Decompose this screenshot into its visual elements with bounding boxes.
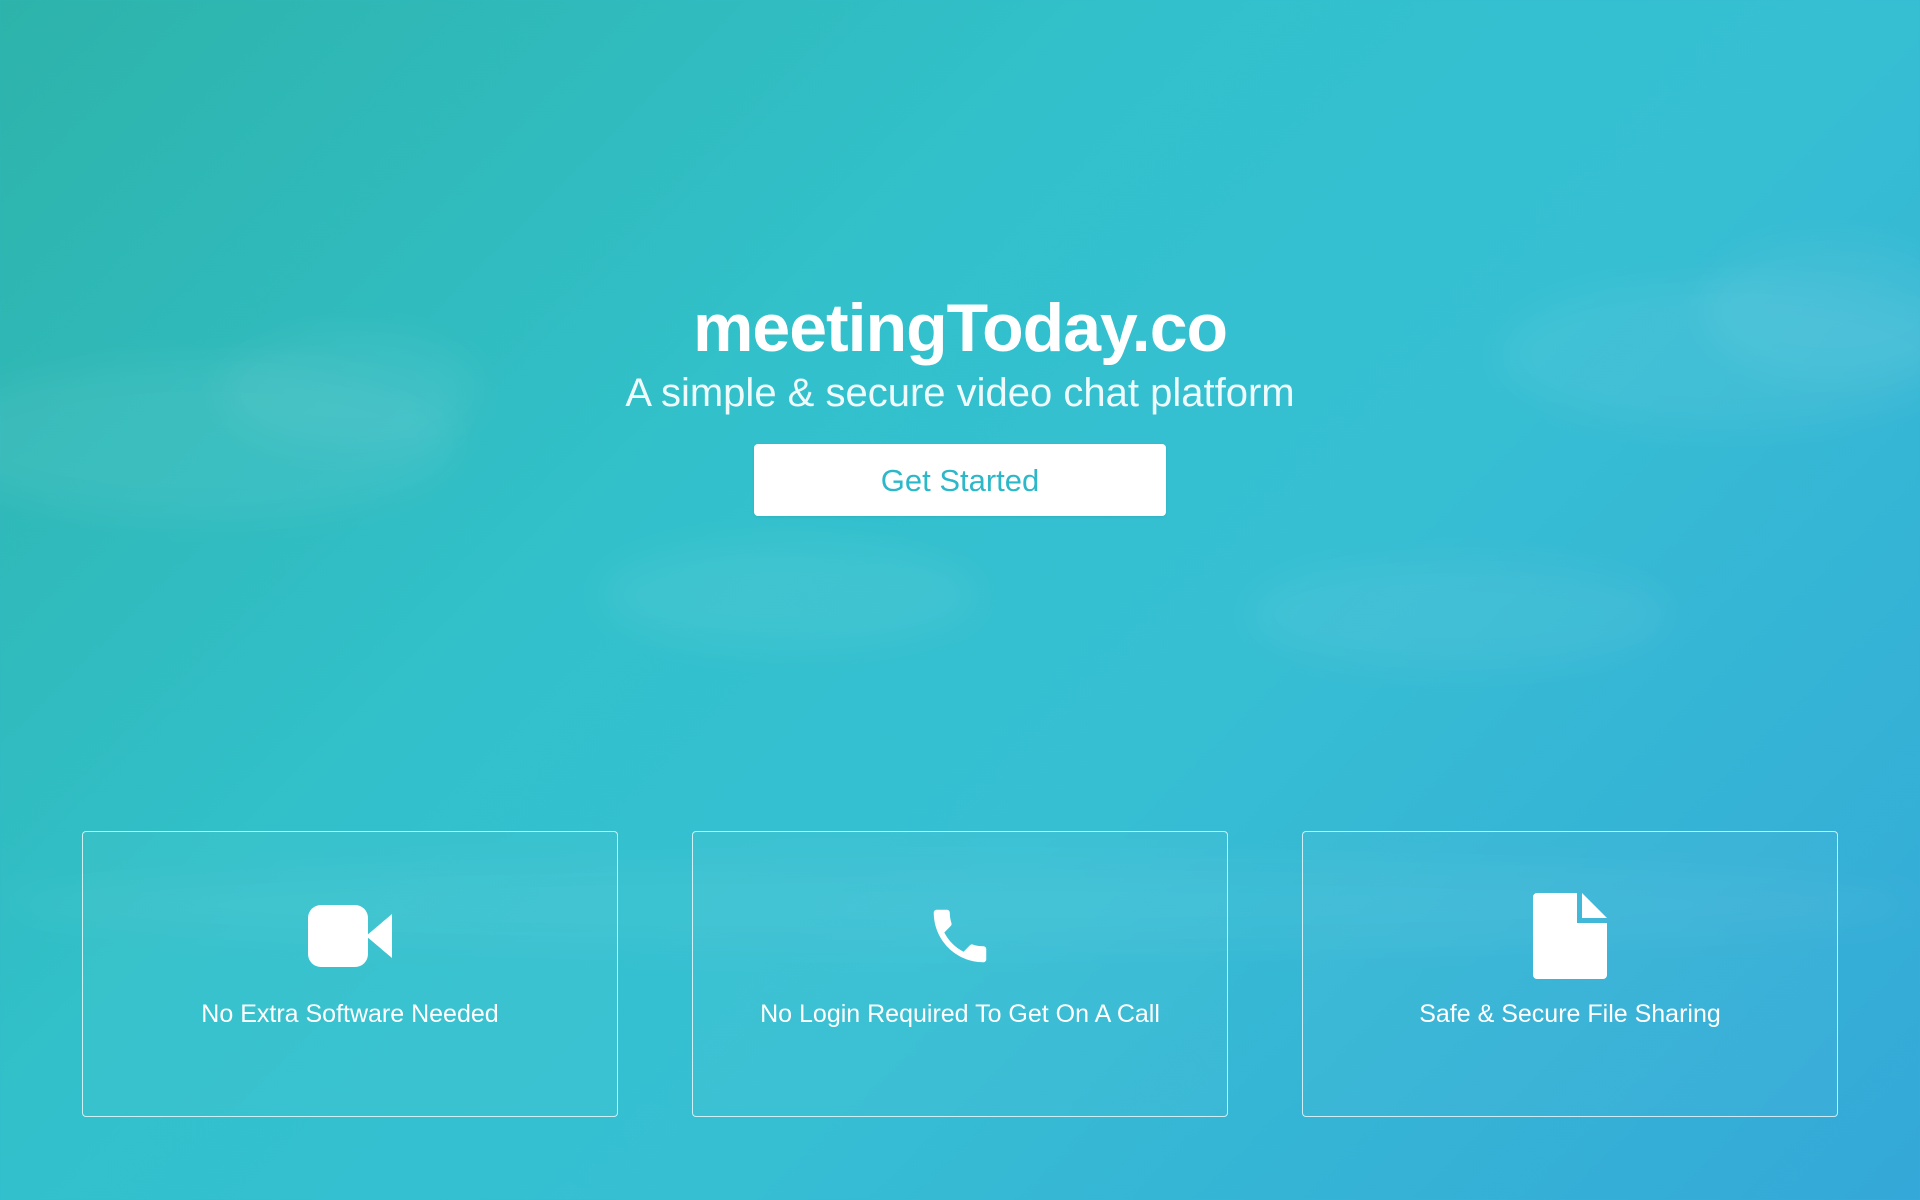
phone-icon [925, 892, 995, 980]
feature-list: No Extra Software Needed No Login Requir… [82, 831, 1838, 1117]
document-icon [1533, 892, 1607, 980]
site-tagline: A simple & secure video chat platform [625, 371, 1295, 415]
feature-label: No Login Required To Get On A Call [760, 1000, 1160, 1028]
video-camera-icon [308, 892, 392, 980]
feature-card-file-sharing: Safe & Secure File Sharing [1302, 831, 1838, 1117]
feature-card-no-login: No Login Required To Get On A Call [692, 831, 1228, 1117]
site-title: meetingToday.co [692, 290, 1228, 366]
get-started-button[interactable]: Get Started [754, 444, 1166, 516]
feature-label: Safe & Secure File Sharing [1419, 1000, 1721, 1028]
feature-card-no-software: No Extra Software Needed [82, 831, 618, 1117]
hero-section: meetingToday.co A simple & secure video … [0, 288, 1920, 516]
feature-label: No Extra Software Needed [201, 1000, 499, 1028]
